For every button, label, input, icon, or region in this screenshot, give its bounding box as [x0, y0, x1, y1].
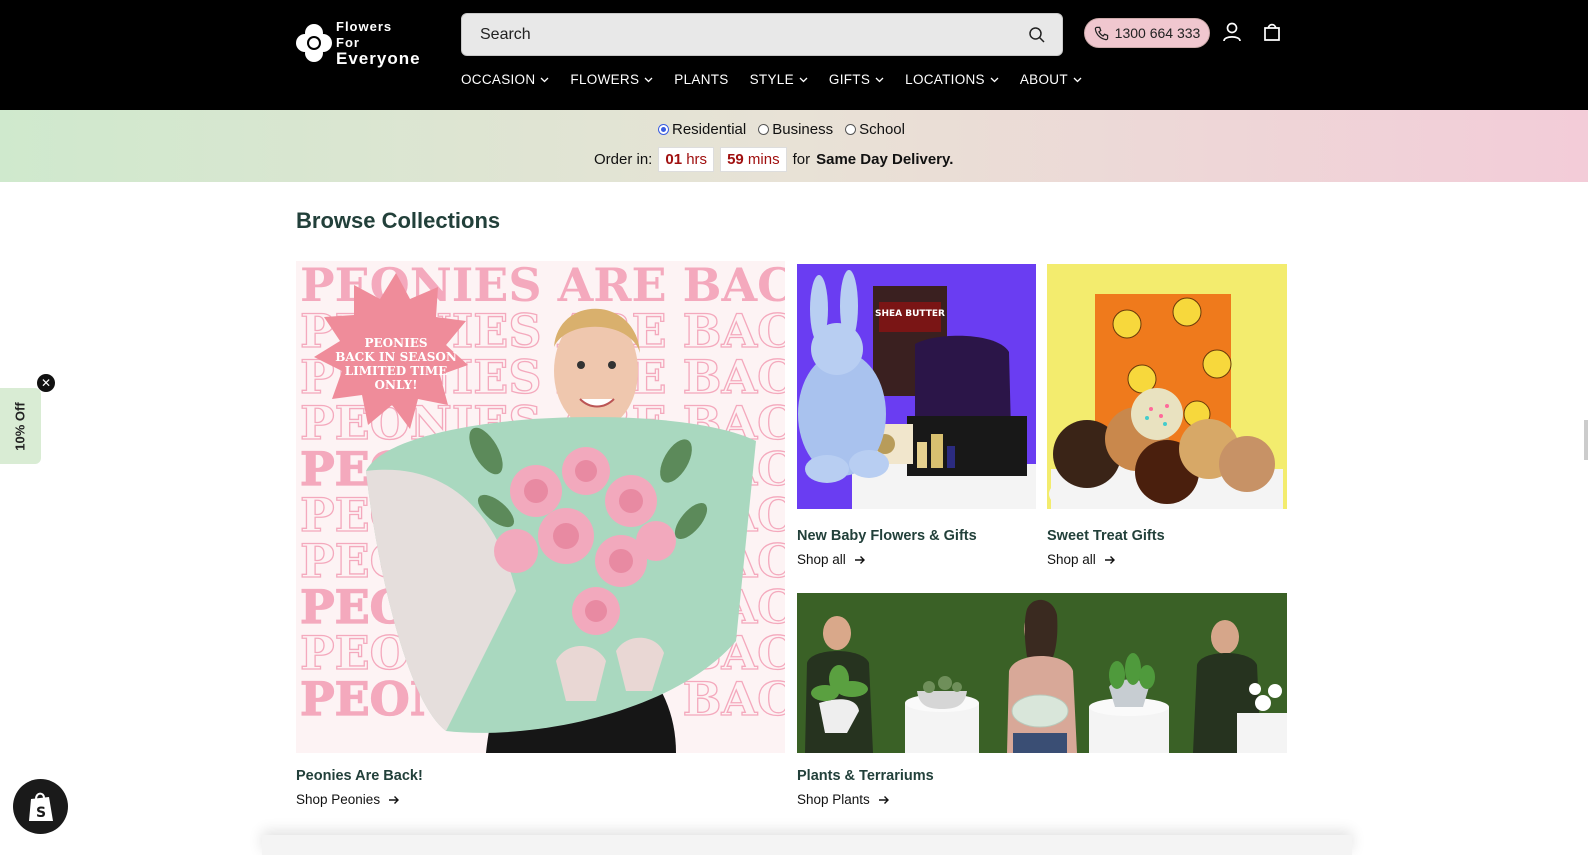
chevron-down-icon [540, 77, 549, 82]
logo-flower-icon [296, 24, 332, 62]
nav-label: LOCATIONS [905, 72, 985, 87]
radio-label: Residential [672, 121, 747, 138]
collection-link[interactable]: Shop all [1047, 552, 1116, 567]
chevron-down-icon [644, 77, 653, 82]
nav-label: ABOUT [1019, 72, 1068, 87]
collection-title[interactable]: New Baby Flowers & Gifts [797, 528, 977, 544]
nav-label: PLANTS [674, 72, 729, 87]
main-nav: OCCASION FLOWERS PLANTS STYLE GIFTS LOCA… [461, 72, 1103, 87]
discount-label: 10% Off [13, 401, 28, 451]
chevron-down-icon [1073, 77, 1082, 82]
phone-number: 1300 664 333 [1114, 25, 1201, 41]
collection-title[interactable]: Sweet Treat Gifts [1047, 528, 1165, 544]
search-input[interactable] [480, 25, 1028, 44]
shea-butter-label: SHEA BUTTER [875, 309, 945, 319]
collection-link-label: Shop all [797, 552, 846, 567]
search-icon[interactable] [1028, 26, 1046, 44]
radio-school[interactable]: School [845, 121, 905, 138]
collection-link-label: Shop Plants [797, 792, 870, 807]
nav-label: OCCASION [461, 72, 536, 87]
chevron-down-icon [875, 77, 884, 82]
svg-text:S: S [35, 805, 45, 821]
collection-link-label: Shop Peonies [296, 792, 381, 807]
radio-label: Business [772, 121, 834, 138]
svg-text:PEONIES: PEONIES [364, 336, 427, 350]
nav-flowers[interactable]: FLOWERS [570, 72, 653, 87]
radio-business[interactable]: Business [758, 121, 833, 138]
nav-plants[interactable]: PLANTS [674, 72, 728, 87]
radio-residential[interactable]: Residential [658, 121, 746, 138]
shopify-chat-button[interactable]: S [13, 779, 68, 834]
search-bar[interactable] [461, 13, 1063, 56]
close-icon[interactable]: ✕ [37, 374, 55, 392]
radio-circle[interactable] [758, 124, 770, 135]
arrow-right-icon [878, 795, 889, 804]
nav-locations[interactable]: LOCATIONS [905, 72, 999, 87]
collection-link-label: Shop all [1047, 552, 1096, 567]
cart-icon[interactable] [1260, 20, 1284, 44]
nav-gifts[interactable]: GIFTS [829, 72, 884, 87]
radio-label: School [859, 121, 905, 138]
section-title: Browse Collections [296, 208, 501, 233]
logo-line1: Flowers [336, 19, 393, 34]
logo-wordmark: Flowers For Everyone [336, 19, 421, 67]
nav-occasion[interactable]: OCCASION [461, 72, 549, 87]
collection-title[interactable]: Plants & Terrariums [797, 768, 934, 784]
radio-circle[interactable] [845, 124, 857, 135]
logo-line3: Everyone [336, 49, 421, 68]
chevron-down-icon [799, 77, 808, 82]
collection-link[interactable]: Shop Peonies [296, 792, 400, 807]
new-baby-illustration: SHEA BUTTER [798, 270, 1036, 509]
collection-link[interactable]: Shop all [797, 552, 866, 567]
chevron-down-icon [990, 77, 999, 82]
nav-style[interactable]: STYLE [750, 72, 808, 87]
hours-value: 01 [665, 151, 683, 168]
bottom-section-edge [262, 835, 1352, 855]
site-logo[interactable]: Flowers For Everyone [296, 18, 436, 68]
svg-text:ONLY!: ONLY! [375, 378, 418, 392]
phone-icon [1094, 26, 1108, 40]
collection-title[interactable]: Peonies Are Back! [296, 768, 423, 784]
plants-image[interactable] [797, 593, 1287, 753]
customer-type-radios: Residential Business School [658, 121, 905, 138]
collection-link[interactable]: Shop Plants [797, 792, 890, 807]
same-day-label: Same Day Delivery. [816, 151, 954, 168]
order-in-label: Order in: [594, 151, 653, 168]
phone-button[interactable]: 1300 664 333 [1084, 18, 1210, 48]
svg-text:LIMITED TIME: LIMITED TIME [345, 364, 448, 378]
discount-tab[interactable]: 10% Off [0, 388, 41, 464]
delivery-countdown: Order in: 01 hrs 59 mins for Same Day De… [594, 147, 953, 172]
mins-value: 59 [727, 151, 744, 168]
plants-illustration [805, 599, 1287, 753]
arrow-right-icon [389, 795, 400, 804]
svg-text:BACK IN SEASON: BACK IN SEASON [335, 350, 457, 364]
nav-label: STYLE [749, 72, 794, 87]
mins-box: 59 mins [720, 147, 787, 172]
nav-about[interactable]: ABOUT [1020, 72, 1082, 87]
new-baby-image[interactable]: SHEA BUTTER [797, 264, 1036, 509]
hours-unit: hrs [686, 151, 708, 168]
nav-label: GIFTS [828, 72, 871, 87]
nav-label: FLOWERS [570, 72, 640, 87]
account-icon[interactable] [1220, 20, 1244, 44]
scrollbar-thumb[interactable] [1584, 420, 1588, 460]
hours-box: 01 hrs [658, 147, 715, 172]
mins-unit: mins [747, 151, 780, 168]
sweet-treat-illustration [1049, 294, 1283, 509]
arrow-right-icon [854, 555, 865, 564]
shopping-bag-icon: S [28, 792, 53, 821]
arrow-right-icon [1104, 555, 1115, 564]
peonies-illustration: PEONIES ARE BACK PEONIES ARE BACK PEONIE… [299, 261, 785, 753]
sweet-treat-image[interactable] [1047, 264, 1287, 509]
radio-circle[interactable] [658, 124, 669, 135]
peonies-image[interactable]: PEONIES ARE BACK PEONIES ARE BACK PEONIE… [296, 261, 785, 753]
for-label: for [792, 151, 811, 168]
